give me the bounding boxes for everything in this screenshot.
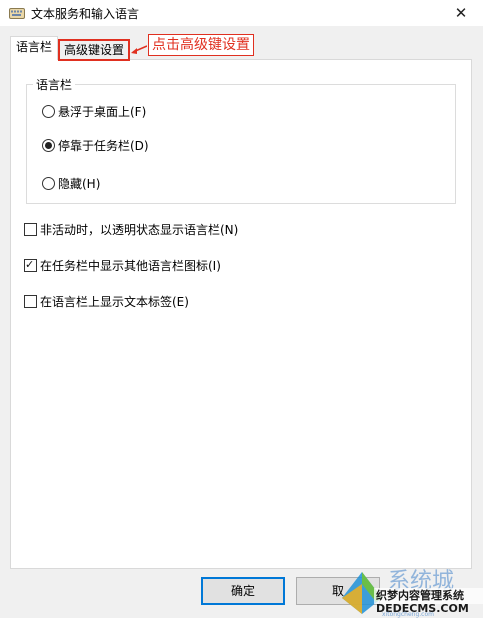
checkbox[interactable] <box>24 257 37 273</box>
checkbox-show-text-labels[interactable]: 在语言栏上显示文本标签(E) <box>24 294 189 310</box>
checkbox-label: 非活动时，以透明状态显示语言栏(N) <box>40 223 239 237</box>
watermark-logo: 系统城 织梦内容管理系统 DEDECMS.COM xitongcheng.com <box>342 569 483 618</box>
title-bar: 文本服务和输入语言 ✕ <box>0 0 483 26</box>
checkbox[interactable] <box>24 223 37 236</box>
svg-text:xitongcheng.com: xitongcheng.com <box>382 611 434 618</box>
radio-hidden[interactable]: 隐藏(H) <box>42 176 100 192</box>
callout-annotation: 点击高级键设置 <box>148 34 254 56</box>
radio-label: 悬浮于桌面上(F) <box>58 105 147 119</box>
close-icon[interactable]: ✕ <box>448 0 474 26</box>
tab-language-bar[interactable]: 语言栏 <box>10 36 58 60</box>
ok-button[interactable]: 确定 <box>201 577 285 605</box>
tab-advanced-key-settings[interactable]: 高级键设置 <box>58 39 130 61</box>
window-title: 文本服务和输入语言 <box>31 7 140 21</box>
checkbox-label: 在语言栏上显示文本标签(E) <box>40 295 189 309</box>
checkbox-show-extra-icons[interactable]: 在任务栏中显示其他语言栏图标(I) <box>24 257 221 274</box>
groupbox-label: 语言栏 <box>33 76 76 93</box>
callout-arrow-icon <box>131 45 147 54</box>
checkbox-label: 在任务栏中显示其他语言栏图标(I) <box>40 259 221 273</box>
radio-float-on-desktop[interactable]: 悬浮于桌面上(F) <box>42 104 146 120</box>
svg-text:织梦内容管理系统: 织梦内容管理系统 <box>376 588 464 602</box>
radio-button[interactable] <box>42 105 55 118</box>
keyboard-app-icon <box>9 8 25 19</box>
radio-button[interactable] <box>42 139 55 152</box>
radio-button[interactable] <box>42 177 55 190</box>
radio-dock-in-taskbar[interactable]: 停靠于任务栏(D) <box>42 138 149 154</box>
checkbox[interactable] <box>24 295 37 308</box>
checkbox-transparent-when-inactive[interactable]: 非活动时，以透明状态显示语言栏(N) <box>24 222 238 238</box>
radio-label: 停靠于任务栏(D) <box>58 139 149 153</box>
radio-label: 隐藏(H) <box>58 177 101 191</box>
